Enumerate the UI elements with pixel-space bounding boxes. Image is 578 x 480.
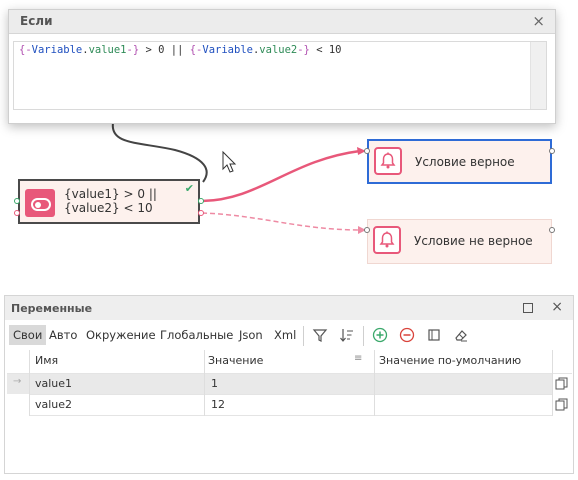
close-icon[interactable]: × bbox=[532, 12, 545, 30]
if-node[interactable]: {value1} > 0 || {value2} < 10 ✔ bbox=[18, 179, 200, 224]
column-divider bbox=[204, 350, 205, 416]
variables-panel-header: Переменные × bbox=[5, 296, 573, 320]
expression-token: value1 bbox=[88, 44, 127, 56]
if-node-false-port[interactable] bbox=[198, 210, 204, 216]
row-divider bbox=[29, 394, 552, 395]
tab-xml[interactable]: Xml bbox=[270, 325, 300, 345]
column-name-header[interactable]: Имя bbox=[35, 354, 58, 374]
row-name[interactable]: value2 bbox=[35, 398, 72, 411]
column-divider bbox=[552, 350, 553, 416]
if-node-error-port[interactable] bbox=[14, 210, 20, 216]
column-default-header[interactable]: Значение по-умолчанию bbox=[379, 354, 521, 374]
column-divider bbox=[29, 350, 30, 416]
column-divider bbox=[374, 350, 375, 416]
expression-editor[interactable]: {-Variable.value1-} > 0 || {-Variable.va… bbox=[13, 41, 547, 110]
true-result-node[interactable]: Условие верное bbox=[367, 139, 552, 184]
row-name[interactable]: value1 bbox=[35, 377, 72, 390]
tab-global[interactable]: Глобальные bbox=[156, 325, 237, 345]
expression-token: {- bbox=[19, 44, 32, 56]
sort-icon[interactable] bbox=[339, 327, 355, 343]
close-icon[interactable]: × bbox=[551, 299, 563, 315]
false-result-node[interactable]: Условие не верное bbox=[367, 219, 552, 264]
tab-auto[interactable]: Авто bbox=[45, 325, 81, 345]
false-result-label: Условие не верное bbox=[414, 234, 533, 248]
if-node-input-port[interactable] bbox=[14, 198, 20, 204]
bell-icon bbox=[373, 226, 401, 254]
true-node-output-port[interactable] bbox=[549, 148, 555, 154]
true-result-label: Условие верное bbox=[415, 155, 515, 169]
toolbar-separator bbox=[303, 326, 304, 346]
false-wire bbox=[201, 212, 361, 231]
row-arrow-icon: → bbox=[13, 376, 22, 387]
copy-icon[interactable] bbox=[555, 377, 569, 391]
expression-token: > 0 || bbox=[139, 44, 190, 56]
expression-token: Variable bbox=[31, 44, 83, 56]
tab-own[interactable]: Свои bbox=[9, 325, 47, 345]
expression-token: value2 bbox=[259, 44, 298, 56]
column-value-header[interactable]: Значение bbox=[208, 354, 263, 374]
clear-icon[interactable] bbox=[426, 327, 442, 343]
row-value[interactable]: 1 bbox=[211, 377, 218, 390]
if-node-line1: {value1} > 0 || bbox=[64, 187, 157, 201]
toggle-icon bbox=[25, 189, 55, 217]
false-node-input-port[interactable] bbox=[364, 227, 370, 233]
editor-scrollbar[interactable] bbox=[530, 42, 546, 109]
if-node-text: {value1} > 0 || {value2} < 10 bbox=[64, 187, 157, 215]
variables-toolbar: Свои Авто Окружение Глобальные Json Xml bbox=[5, 321, 573, 347]
condition-editor-window: Если × {-Variable.value1-} > 0 || {-Vari… bbox=[8, 9, 556, 124]
row-divider bbox=[29, 415, 552, 416]
if-node-true-port[interactable] bbox=[198, 198, 204, 204]
copy-icon[interactable] bbox=[555, 398, 569, 412]
expression-token: Variable bbox=[202, 44, 253, 56]
remove-icon[interactable] bbox=[399, 327, 415, 343]
table-row[interactable]: → value1 1 bbox=[7, 374, 552, 394]
row-value[interactable]: 12 bbox=[211, 398, 225, 411]
mouse-cursor-icon bbox=[222, 150, 237, 173]
expression-token: < 10 bbox=[309, 44, 342, 56]
tab-environment[interactable]: Окружение bbox=[82, 325, 160, 345]
expression-text[interactable]: {-Variable.value1-} > 0 || {-Variable.va… bbox=[19, 44, 342, 56]
link-wire bbox=[111, 122, 208, 183]
true-node-input-port[interactable] bbox=[364, 148, 370, 154]
expression-token: -} bbox=[126, 44, 140, 56]
maximize-icon[interactable] bbox=[523, 303, 533, 313]
column-filter-icon[interactable]: ≡ bbox=[354, 353, 362, 373]
if-node-line2: {value2} < 10 bbox=[64, 201, 153, 215]
eraser-icon[interactable] bbox=[453, 327, 469, 343]
expression-token: {- bbox=[189, 44, 203, 56]
table-row[interactable]: value2 12 bbox=[7, 395, 552, 415]
condition-window-header: Если × bbox=[9, 10, 555, 34]
bell-icon bbox=[374, 147, 402, 175]
variables-panel: Переменные × Свои Авто Окружение Глобаль… bbox=[4, 295, 574, 474]
toolbar-separator bbox=[363, 326, 364, 346]
false-node-output-port[interactable] bbox=[549, 227, 555, 233]
filter-icon[interactable] bbox=[312, 327, 328, 343]
add-icon[interactable] bbox=[372, 327, 388, 343]
condition-window-title: Если bbox=[20, 14, 53, 28]
expression-token: -} bbox=[297, 44, 310, 56]
tab-json[interactable]: Json bbox=[235, 325, 267, 345]
variables-panel-title: Переменные bbox=[11, 302, 93, 315]
check-icon: ✔ bbox=[184, 182, 194, 195]
